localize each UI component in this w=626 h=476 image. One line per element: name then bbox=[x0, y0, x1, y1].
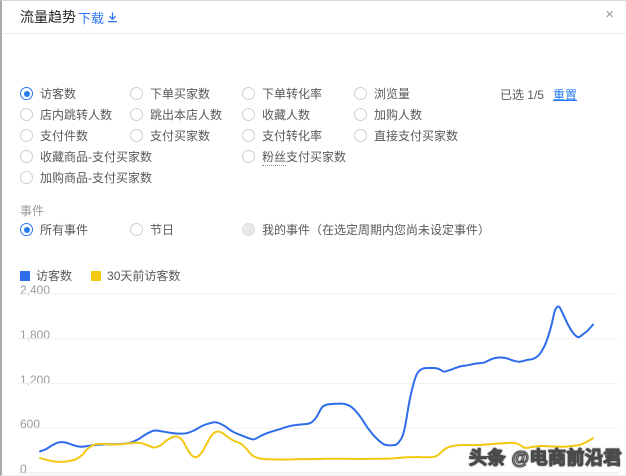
series-line-访客数 bbox=[39, 305, 594, 453]
metric-option[interactable]: 跳出本店人数 bbox=[130, 107, 222, 122]
radio-icon bbox=[130, 129, 143, 142]
metric-option-label: 浏览量 bbox=[374, 87, 411, 101]
metric-option[interactable]: 支付转化率 bbox=[242, 128, 322, 143]
metric-option-label: 访客数 bbox=[40, 87, 77, 101]
radio-icon bbox=[354, 87, 367, 100]
radio-icon bbox=[242, 150, 255, 163]
metric-option[interactable]: 店内跳转人数 bbox=[20, 107, 112, 122]
metric-option[interactable]: 收藏商品-支付买家数 bbox=[20, 149, 152, 164]
metric-option[interactable]: 加购商品-支付买家数 bbox=[20, 170, 152, 185]
event-option[interactable]: 节日 bbox=[130, 222, 174, 237]
close-icon[interactable]: × bbox=[605, 7, 614, 22]
metric-option[interactable]: 直接支付买家数 bbox=[354, 128, 458, 143]
radio-icon bbox=[20, 223, 33, 236]
metric-option-label: 粉丝支付买家数 bbox=[262, 150, 347, 166]
radio-icon bbox=[20, 150, 33, 163]
radio-icon bbox=[20, 87, 33, 100]
selected-count: 已选 1/5 bbox=[499, 88, 544, 102]
metric-option-label: 直接支付买家数 bbox=[374, 129, 459, 143]
metric-option[interactable]: 支付件数 bbox=[20, 128, 88, 143]
legend-swatch-icon bbox=[91, 270, 102, 281]
metric-option[interactable]: 下单买家数 bbox=[130, 86, 210, 101]
metric-option[interactable]: 下单转化率 bbox=[242, 86, 322, 101]
radio-icon bbox=[20, 171, 33, 184]
reset-button[interactable]: 重置 bbox=[553, 86, 577, 103]
radio-icon bbox=[354, 129, 367, 142]
panel-titlebar: 流量趋势 下载 bbox=[2, 1, 626, 34]
legend-label: 30天前访客数 bbox=[107, 269, 181, 283]
traffic-trend-panel: 流量趋势 下载 × 访客数 下单买家数 下单转化率 浏览量 店内跳转人数 跳出本店人数 收藏… bbox=[0, 0, 626, 476]
metric-option[interactable]: 访客数 bbox=[20, 86, 76, 101]
watermark-text: 头条 @电商前沿君 bbox=[468, 447, 622, 468]
radio-icon bbox=[130, 223, 143, 236]
radio-icon bbox=[130, 87, 143, 100]
radio-icon bbox=[20, 129, 33, 142]
event-option-label: 所有事件 bbox=[40, 223, 89, 237]
download-label: 下载 bbox=[78, 10, 105, 26]
metric-option[interactable]: 浏览量 bbox=[354, 86, 410, 101]
download-icon bbox=[107, 11, 118, 22]
download-link[interactable]: 下载 bbox=[78, 8, 118, 27]
radio-icon bbox=[354, 108, 367, 121]
event-option[interactable]: 所有事件 bbox=[20, 222, 88, 237]
metric-option-label: 加购商品-支付买家数 bbox=[40, 171, 152, 185]
event-option-label: 我的事件（在选定周期内您尚未设定事件） bbox=[262, 223, 491, 237]
metric-option[interactable]: 收藏人数 bbox=[242, 107, 310, 122]
metric-option-label: 支付转化率 bbox=[262, 129, 323, 143]
metric-option-label: 店内跳转人数 bbox=[40, 108, 113, 122]
metric-option[interactable]: 粉丝支付买家数 bbox=[242, 149, 347, 166]
panel-title: 流量趋势 bbox=[20, 9, 76, 25]
metric-option-label: 跳出本店人数 bbox=[150, 108, 223, 122]
metric-option-label: 支付件数 bbox=[40, 129, 89, 143]
radio-icon bbox=[242, 108, 255, 121]
radio-icon bbox=[242, 129, 255, 142]
radio-icon bbox=[130, 108, 143, 121]
metric-option-label: 收藏人数 bbox=[262, 108, 311, 122]
radio-icon bbox=[20, 108, 33, 121]
legend-item[interactable]: 30天前访客数 bbox=[91, 267, 180, 284]
radio-icon bbox=[242, 87, 255, 100]
events-section-label: 事件 bbox=[20, 204, 45, 218]
metric-option-label: 收藏商品-支付买家数 bbox=[40, 150, 152, 164]
legend-swatch-icon bbox=[20, 270, 30, 281]
chart-legend: 访客数 30天前访客数 bbox=[20, 267, 180, 284]
radio-icon bbox=[242, 223, 255, 236]
metric-option-label: 下单转化率 bbox=[262, 87, 323, 101]
event-option-label: 节日 bbox=[150, 223, 175, 237]
metric-option-label: 支付买家数 bbox=[150, 129, 211, 143]
selection-summary: 已选 1/5 重置 bbox=[500, 86, 577, 103]
metric-option-label: 下单买家数 bbox=[150, 87, 211, 101]
legend-label: 访客数 bbox=[36, 269, 73, 283]
legend-item[interactable]: 访客数 bbox=[20, 267, 72, 284]
event-option[interactable]: 我的事件（在选定周期内您尚未设定事件） bbox=[242, 222, 490, 237]
metric-option[interactable]: 支付买家数 bbox=[130, 128, 210, 143]
metric-option[interactable]: 加购人数 bbox=[354, 107, 422, 122]
metric-option-label: 加购人数 bbox=[374, 108, 423, 122]
